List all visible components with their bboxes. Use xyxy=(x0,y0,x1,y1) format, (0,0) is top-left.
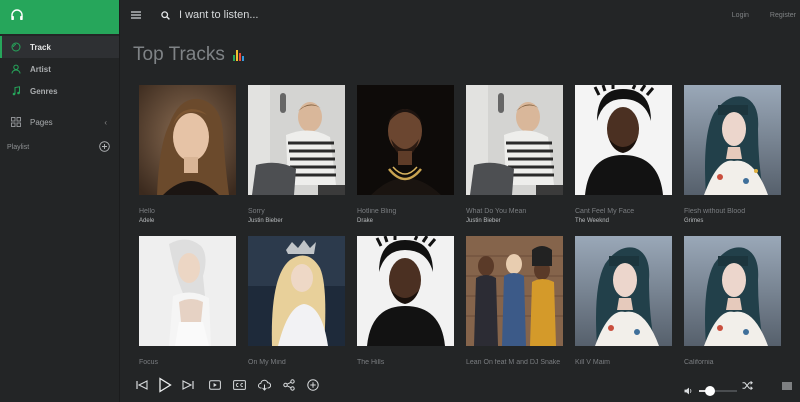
share-icon[interactable] xyxy=(283,379,295,391)
sidebar-item-label: Track xyxy=(30,42,51,52)
page-title: Top Tracks xyxy=(133,44,225,65)
user-icon xyxy=(11,64,23,74)
track-title: Flesh without Blood xyxy=(684,208,746,215)
album-cover-image[interactable] xyxy=(248,236,345,346)
album-cover-image[interactable] xyxy=(684,236,781,346)
track-card[interactable]: Cant Feel My Face The Weeknd xyxy=(575,85,672,224)
previous-icon[interactable] xyxy=(136,380,148,390)
track-title: The Hills xyxy=(357,359,385,366)
video-icon[interactable] xyxy=(209,380,221,390)
track-card[interactable]: On My Mind xyxy=(248,236,345,366)
track-title: Lean On feat M and DJ Snake xyxy=(466,359,561,366)
volume-control xyxy=(684,382,737,400)
track-title: Hotline Bling xyxy=(357,208,397,215)
play-icon[interactable] xyxy=(158,377,172,393)
album-cover-image[interactable] xyxy=(139,85,236,195)
sidebar-item-label: Pages xyxy=(30,117,53,127)
grid-icon xyxy=(11,117,23,127)
volume-slider[interactable] xyxy=(699,386,737,396)
track-card[interactable]: Flesh without Blood Grimes xyxy=(684,85,781,224)
album-cover-image[interactable] xyxy=(575,85,672,195)
chevron-left-icon: ‹ xyxy=(104,117,107,127)
menu-icon[interactable] xyxy=(131,11,143,19)
closed-captions-icon[interactable] xyxy=(233,380,246,390)
sidebar-item-artist[interactable]: Artist xyxy=(0,58,119,80)
add-to-playlist-icon[interactable] xyxy=(307,379,319,391)
track-card[interactable]: Lean On feat M and DJ Snake xyxy=(466,236,563,366)
sidebar-item-pages[interactable]: Pages ‹ xyxy=(0,111,119,133)
track-title: Focus xyxy=(139,359,159,366)
next-icon[interactable] xyxy=(182,380,194,390)
album-cover-image[interactable] xyxy=(684,85,781,195)
track-card[interactable]: Focus xyxy=(139,236,236,366)
disc-icon xyxy=(11,42,23,52)
album-cover-image[interactable] xyxy=(466,236,563,346)
track-card[interactable]: Hotline Bling Drake xyxy=(357,85,454,224)
volume-handle[interactable] xyxy=(705,386,716,396)
track-card[interactable]: California xyxy=(684,236,781,366)
sidebar-item-label: Genres xyxy=(30,86,58,96)
track-title: Kill V Maim xyxy=(575,359,611,366)
track-card[interactable]: The Hills xyxy=(357,236,454,366)
register-link[interactable]: Register xyxy=(770,12,796,19)
track-title: Hello xyxy=(139,208,155,215)
player-bar xyxy=(121,370,800,402)
sidebar-item-label: Artist xyxy=(30,64,51,74)
search-input[interactable] xyxy=(179,9,429,21)
track-card[interactable]: Hello Adele xyxy=(139,85,236,224)
track-artist[interactable]: Adele xyxy=(139,218,236,224)
track-artist[interactable]: Justin Bieber xyxy=(466,218,563,224)
track-title: California xyxy=(684,359,714,366)
login-link[interactable]: Login xyxy=(732,12,749,19)
album-cover-image[interactable] xyxy=(357,236,454,346)
sidebar-item-track[interactable]: Track xyxy=(0,36,119,58)
playlist-queue-icon[interactable] xyxy=(782,382,792,390)
track-card[interactable]: What Do You Mean Justin Bieber xyxy=(466,85,563,224)
download-icon[interactable] xyxy=(258,379,271,391)
search-icon[interactable] xyxy=(161,10,171,20)
track-artist[interactable]: Drake xyxy=(357,218,454,224)
headphones-icon xyxy=(10,8,24,27)
track-title: Sorry xyxy=(248,208,265,215)
album-cover-image[interactable] xyxy=(357,85,454,195)
top-bar: Login Register xyxy=(121,0,800,30)
track-artist[interactable]: The Weeknd xyxy=(575,218,672,224)
track-title: What Do You Mean xyxy=(466,208,527,215)
playlist-label: Playlist xyxy=(7,143,30,151)
sidebar: Track Artist Genres Pages ‹ Playlist xyxy=(0,0,120,402)
add-playlist-icon[interactable] xyxy=(99,140,110,154)
album-cover-image[interactable] xyxy=(575,236,672,346)
track-artist[interactable]: Grimes xyxy=(684,218,781,224)
track-card[interactable]: Kill V Maim xyxy=(575,236,672,366)
album-cover-image[interactable] xyxy=(139,236,236,346)
album-cover-image[interactable] xyxy=(466,85,563,195)
track-title: Cant Feel My Face xyxy=(575,208,635,215)
equalizer-icon xyxy=(232,49,244,61)
album-cover-image[interactable] xyxy=(248,85,345,195)
shuffle-icon[interactable] xyxy=(742,381,753,390)
volume-icon[interactable] xyxy=(684,382,693,400)
playlist-header: Playlist xyxy=(0,137,119,157)
brand-logo[interactable] xyxy=(0,0,119,34)
music-note-icon xyxy=(11,86,23,96)
track-title: On My Mind xyxy=(248,359,286,366)
sidebar-item-genres[interactable]: Genres xyxy=(0,80,119,102)
track-card[interactable]: Sorry Justin Bieber xyxy=(248,85,345,224)
track-artist[interactable]: Justin Bieber xyxy=(248,218,345,224)
